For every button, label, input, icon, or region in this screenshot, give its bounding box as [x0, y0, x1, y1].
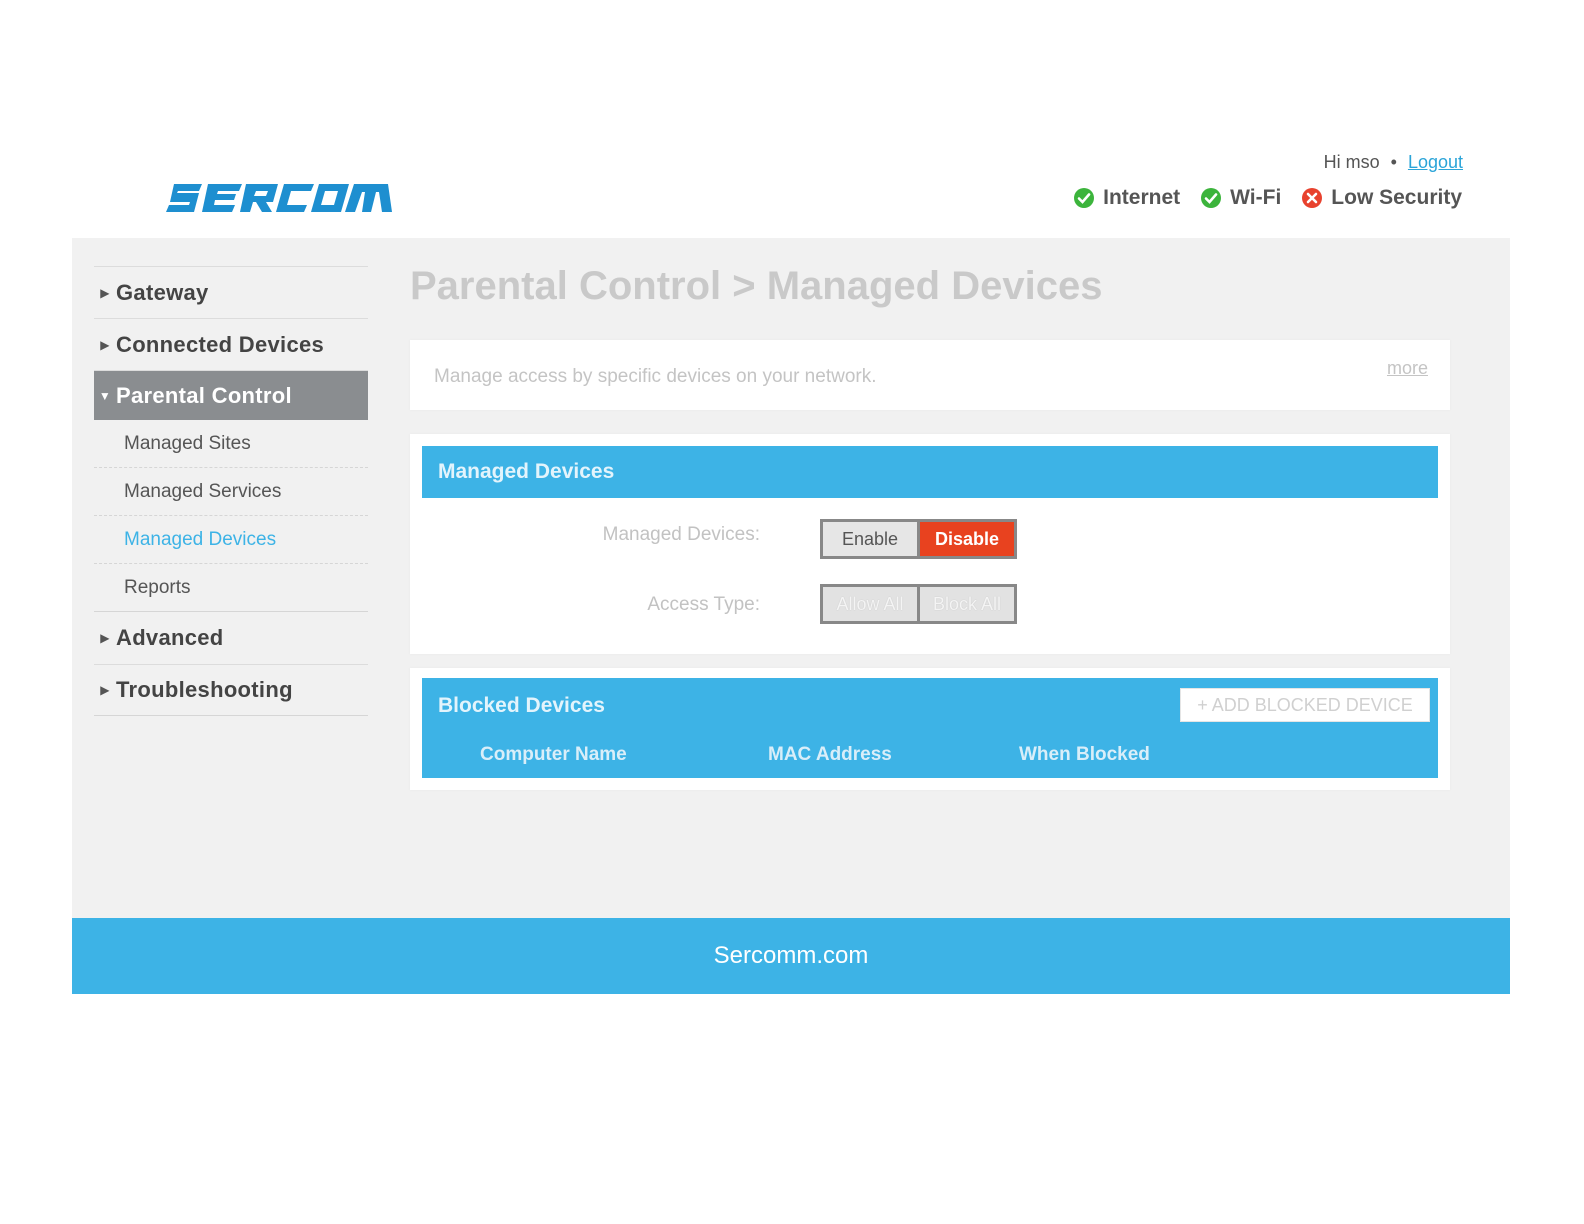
sidebar-item-label: Connected Devices [116, 331, 325, 357]
column-header-mac-address: MAC Address [768, 744, 892, 765]
managed-devices-toggle: Enable Disable [820, 519, 1017, 559]
sidebar-item-label: Parental Control [116, 382, 292, 408]
column-header-computer-name: Computer Name [480, 744, 627, 765]
disable-button[interactable]: Disable [920, 522, 1014, 556]
sidebar-item-advanced[interactable]: ▶ Advanced [94, 612, 368, 664]
sidebar-item-label: Gateway [116, 279, 209, 305]
sidebar-subitem-managed-sites[interactable]: Managed Sites [94, 420, 368, 468]
allow-all-button[interactable]: Allow All [823, 587, 917, 621]
sidebar-item-parental-control[interactable]: ▼ Parental Control [94, 370, 368, 420]
blocked-devices-card: Blocked Devices + ADD BLOCKED DEVICE Com… [410, 668, 1450, 790]
check-circle-icon [1201, 188, 1222, 208]
logout-link[interactable]: Logout [1408, 152, 1463, 172]
status-security-label: Low Security [1331, 186, 1462, 209]
more-link[interactable]: more [1387, 358, 1428, 379]
caret-right-icon: ▶ [100, 631, 110, 645]
separator-dot: • [1390, 152, 1397, 172]
sidebar-subitem-reports[interactable]: Reports [94, 564, 368, 612]
section-title: Blocked Devices [438, 694, 605, 717]
enable-button[interactable]: Enable [823, 522, 917, 556]
caret-down-icon: ▼ [98, 388, 112, 403]
sidebar-subitem-managed-devices[interactable]: Managed Devices [94, 516, 368, 564]
status-wifi: Wi-Fi [1200, 186, 1281, 210]
check-circle-icon [1074, 188, 1095, 208]
sercomm-logo [166, 184, 392, 212]
user-greeting-line: Hi mso • Logout [1324, 152, 1463, 173]
add-blocked-device-button[interactable]: + ADD BLOCKED DEVICE [1180, 688, 1430, 722]
sidebar-nav: ▶ Gateway ▶ Connected Devices ▼ Parental… [94, 266, 368, 716]
access-type-label: Access Type: [647, 594, 760, 615]
blocked-devices-header: Blocked Devices + ADD BLOCKED DEVICE Com… [422, 678, 1438, 778]
sidebar-item-troubleshooting[interactable]: ▶ Troubleshooting [94, 664, 368, 716]
caret-right-icon: ▶ [100, 285, 110, 300]
status-internet: Internet [1073, 186, 1180, 210]
description-card: Manage access by specific devices on you… [410, 340, 1450, 410]
access-type-toggle: Allow All Block All [820, 584, 1017, 624]
caret-right-icon: ▶ [100, 683, 110, 697]
footer: Sercomm.com [72, 918, 1510, 994]
sidebar-item-gateway[interactable]: ▶ Gateway [94, 266, 368, 318]
main-panel: ▶ Gateway ▶ Connected Devices ▼ Parental… [72, 238, 1510, 918]
caret-right-icon: ▶ [100, 337, 110, 352]
block-all-button[interactable]: Block All [920, 587, 1014, 621]
page-title: Parental Control > Managed Devices [410, 264, 1103, 308]
column-header-when-blocked: When Blocked [1019, 744, 1150, 765]
managed-devices-card: Managed Devices Managed Devices: Enable … [410, 434, 1450, 654]
section-title: Managed Devices [438, 460, 615, 483]
sidebar-item-label: Advanced [116, 625, 224, 650]
status-wifi-label: Wi-Fi [1230, 186, 1282, 209]
status-internet-label: Internet [1103, 186, 1181, 209]
page-description: Manage access by specific devices on you… [434, 366, 877, 387]
connection-status-bar: Internet Wi-Fi Low Security [1073, 186, 1462, 210]
sidebar-item-connected-devices[interactable]: ▶ Connected Devices [94, 318, 368, 370]
footer-link[interactable]: Sercomm.com [714, 942, 869, 970]
status-security: Low Security [1301, 186, 1462, 210]
greeting-text: Hi mso [1323, 152, 1380, 172]
managed-devices-label: Managed Devices: [602, 524, 760, 545]
sidebar-subitem-managed-services[interactable]: Managed Services [94, 468, 368, 516]
sidebar-item-label: Troubleshooting [116, 677, 293, 702]
x-circle-icon [1302, 188, 1323, 208]
managed-devices-header: Managed Devices [422, 446, 1438, 498]
